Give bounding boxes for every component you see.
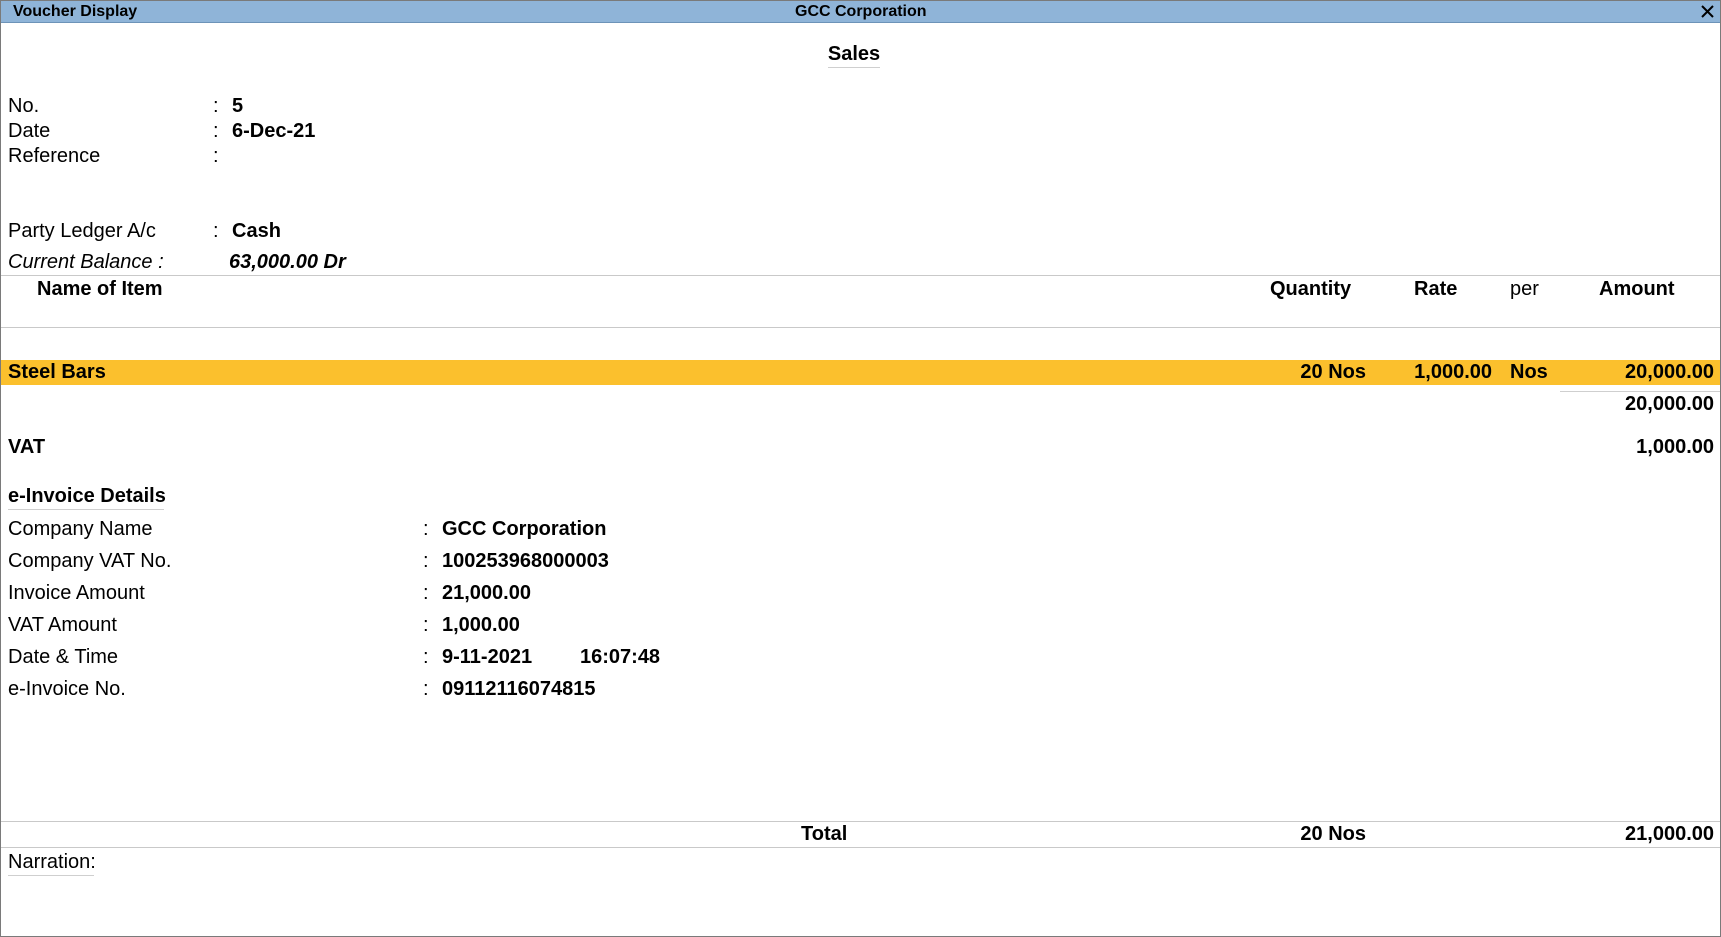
einvoice-heading-underline (8, 509, 164, 510)
column-header-quantity: Quantity (1270, 278, 1352, 300)
narration-underline (8, 875, 94, 876)
column-header-amount: Amount (1599, 278, 1675, 300)
einvoice-date-time-label: Date & Time (8, 646, 119, 668)
voucher-type-underline (828, 67, 880, 68)
item-name: Steel Bars (8, 361, 106, 383)
total-bottom-divider (1, 847, 1720, 848)
einvoice-vat-amount-label: VAT Amount (8, 614, 117, 636)
einvoice-number-value: 09112116074815 (442, 678, 596, 700)
einvoice-number-label: e-Invoice No. (8, 678, 126, 700)
voucher-number-value[interactable]: 5 (232, 94, 243, 118)
column-header-per: per (1510, 278, 1539, 300)
total-amount: 21,000.00 (1625, 823, 1714, 845)
colon: : (423, 518, 429, 540)
company-name-title: GCC Corporation (795, 3, 927, 20)
colon: : (213, 145, 219, 167)
party-ledger-value[interactable]: Cash (232, 219, 281, 243)
table-top-divider (1, 275, 1720, 276)
total-quantity: 20 Nos (1300, 823, 1366, 845)
einvoice-invoice-amount-label: Invoice Amount (8, 582, 145, 604)
window-title: Voucher Display (13, 3, 138, 20)
table-header-divider (1, 327, 1720, 328)
reference-label: Reference (8, 145, 101, 167)
einvoice-date-value: 9-11-2021 (442, 646, 533, 668)
narration-label[interactable]: Narration: (8, 850, 96, 874)
colon: : (213, 220, 219, 242)
item-quantity: 20 Nos (1300, 361, 1366, 383)
current-balance-value: 63,000.00 Dr (229, 251, 346, 273)
einvoice-heading: e-Invoice Details (8, 485, 166, 507)
vat-ledger-name[interactable]: VAT (8, 435, 45, 459)
einvoice-company-name-value: GCC Corporation (442, 518, 607, 540)
einvoice-time-value: 16:07:48 (580, 646, 661, 668)
party-ledger-label: Party Ledger A/c (8, 220, 156, 242)
colon: : (423, 678, 429, 700)
date-value[interactable]: 6-Dec-21 (232, 119, 315, 143)
einvoice-company-name-label: Company Name (8, 518, 153, 540)
total-top-divider (1, 821, 1720, 822)
einvoice-vat-no-value: 100253968000003 (442, 550, 609, 572)
item-per: Nos (1510, 361, 1548, 383)
title-bar: Voucher Display GCC Corporation (1, 1, 1720, 23)
einvoice-vat-no-label: Company VAT No. (8, 550, 172, 572)
table-row[interactable]: Steel Bars 20 Nos 1,000.00 Nos 20,000.00 (1, 360, 1720, 385)
colon: : (213, 120, 219, 142)
vat-ledger-amount: 1,000.00 (1636, 436, 1714, 458)
item-amount: 20,000.00 (1625, 361, 1714, 383)
column-header-rate: Rate (1414, 278, 1458, 300)
einvoice-vat-amount-value: 1,000.00 (442, 614, 520, 636)
current-balance-label: Current Balance : (8, 251, 164, 273)
colon: : (423, 646, 429, 668)
voucher-display-window: Voucher Display GCC Corporation Sales No… (0, 0, 1721, 937)
subtotal-amount: 20,000.00 (1625, 393, 1714, 415)
colon: : (213, 95, 219, 117)
close-icon[interactable] (1699, 3, 1716, 20)
column-header-name: Name of Item (37, 278, 163, 300)
item-rate: 1,000.00 (1414, 361, 1492, 383)
voucher-number-label: No. (8, 95, 40, 117)
date-label: Date (8, 120, 51, 142)
colon: : (423, 582, 429, 604)
einvoice-invoice-amount-value: 21,000.00 (442, 582, 531, 604)
colon: : (423, 614, 429, 636)
colon: : (423, 550, 429, 572)
voucher-type-heading: Sales (827, 43, 881, 65)
total-label: Total (801, 823, 848, 845)
